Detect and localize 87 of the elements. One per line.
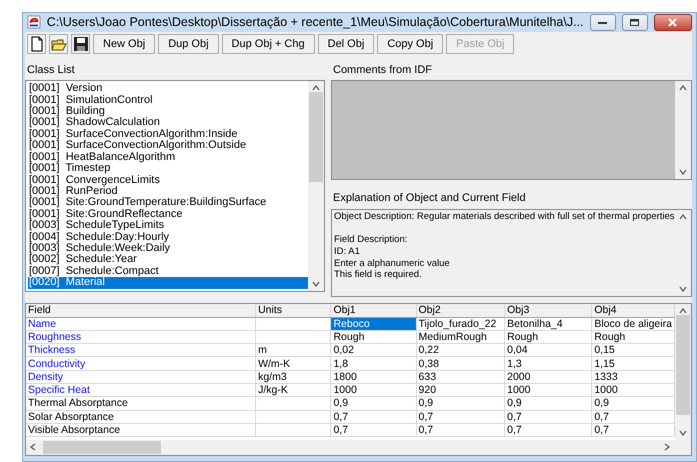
grid-cell[interactable]: 0,15 [592, 344, 674, 357]
grid-cell[interactable]: 0,9 [504, 396, 592, 410]
list-item[interactable]: [0003] Schedule:Week:Daily [28, 242, 308, 254]
grid-cell[interactable]: 0,7 [504, 410, 592, 424]
explanation-text: ID: A1 [334, 246, 361, 258]
grid-cell[interactable]: 0,7 [416, 423, 505, 437]
grid-cell[interactable]: 633 [416, 370, 505, 384]
grid-cell[interactable]: 1000 [592, 384, 674, 397]
list-label: Class List [26, 62, 76, 78]
list-item[interactable]: [0001] Version [28, 83, 308, 95]
field-name: Specific Heat [26, 384, 256, 397]
column-header: Obj1 [330, 304, 416, 318]
grid-cell[interactable]: 1800 [330, 370, 416, 384]
column-header: Field [26, 304, 256, 318]
grid-cell[interactable]: 920 [416, 384, 505, 397]
list-item[interactable]: [0001] Site:GroundReflectance [28, 208, 308, 220]
column-header: Units [256, 304, 331, 318]
units-cell: W/m-K [256, 356, 331, 370]
grid-cell[interactable]: MediumRough [416, 330, 505, 344]
grid-cell[interactable]: 0,9 [416, 396, 505, 410]
field-name: Solar Absorptance [26, 410, 256, 424]
column-header: Obj3 [504, 304, 592, 318]
toolbar-button[interactable]: Dup Obj + Chg [222, 34, 315, 54]
field-name: Visible Absorptance [26, 423, 256, 437]
list-item[interactable]: [0001] Site:GroundTemperature:BuildingSurface [28, 197, 308, 209]
toolbar-button[interactable]: Dup Obj [158, 34, 219, 54]
explanation-text: This field is required. [334, 269, 423, 281]
grid-cell[interactable]: 0,7 [504, 423, 592, 437]
toolbar-button[interactable]: Del Obj [318, 34, 374, 54]
field-name: Conductivity [26, 356, 256, 370]
list-item[interactable]: [0001] RunPeriod [28, 186, 308, 198]
list-item[interactable]: [0004] Schedule:Day:Hourly [28, 232, 308, 243]
window-title: C:\Users\Joao Pontes\Desktop\Dissertação + recente_1\Meu\Simulação\Cobertura\Munitelha\J... [46, 14, 584, 31]
list-item[interactable]: [0007] Schedule:Compact [28, 266, 308, 278]
list-item[interactable]: [0001] HeatBalanceAlgorithm [28, 152, 308, 164]
toolbar-button[interactable]: Copy Obj [377, 34, 444, 54]
grid-cell[interactable]: 0,7 [330, 410, 416, 424]
field-name: Density [26, 370, 256, 384]
comments-label: Comments from IDF [332, 62, 434, 78]
grid-cell[interactable]: Tijolo_furado_22 [416, 317, 505, 330]
grid-cell[interactable]: 2000 [504, 370, 592, 384]
list-item[interactable]: [0001] Building [28, 106, 308, 118]
grid-cell[interactable]: Rough [592, 330, 674, 344]
column-header: Obj4 [592, 304, 674, 318]
explanation-text: Field Description: [334, 234, 408, 246]
explanation-text: Object Description: Regular materials described with full set of thermal properties [334, 210, 673, 222]
list-item[interactable]: [0002] Schedule:Year [28, 254, 308, 266]
field-name: Name [26, 317, 256, 330]
units-cell: kg/m3 [256, 370, 331, 384]
grid-cell[interactable]: 0,9 [592, 396, 674, 410]
grid-cell[interactable]: 0,38 [416, 356, 505, 370]
explanation-text: Enter a alphanumeric value [334, 258, 451, 270]
grid-cell[interactable]: 1,15 [592, 356, 674, 370]
grid-cell[interactable]: 1,3 [504, 356, 592, 370]
grid-cell[interactable]: 0,22 [416, 344, 505, 357]
grid-cell[interactable]: 1,8 [330, 356, 416, 370]
column-header: Obj2 [416, 304, 505, 318]
grid-cell[interactable]: 0,7 [592, 423, 674, 437]
list-item[interactable]: [0020] Material [28, 277, 308, 289]
grid-cell[interactable]: 1000 [504, 384, 592, 397]
units-cell: J/kg-K [256, 384, 331, 397]
list-item[interactable]: [0003] ScheduleTypeLimits [28, 220, 308, 232]
grid-cell[interactable]: 0,02 [330, 344, 416, 357]
grid-cell[interactable]: 1000 [330, 384, 416, 397]
list-item[interactable]: [0001] ConvergenceLimits [28, 174, 308, 186]
grid-cell[interactable]: Rough [330, 330, 416, 344]
grid-cell[interactable]: Reboco [330, 317, 416, 330]
units-cell: m [256, 344, 331, 357]
grid-cell[interactable]: 0,9 [330, 396, 416, 410]
grid-cell[interactable]: 0,04 [504, 344, 592, 357]
grid-cell[interactable]: 0,7 [330, 423, 416, 437]
grid-cell[interactable]: Bloco de aligeira [592, 317, 674, 330]
grid-cell[interactable]: 0,7 [416, 410, 505, 424]
field-name: Thickness [26, 344, 256, 357]
grid-cell[interactable]: 1333 [592, 370, 674, 384]
list-item[interactable]: [0001] SurfaceConvectionAlgorithm:Outside [28, 140, 308, 152]
field-name: Thermal Absorptance [26, 396, 256, 410]
list-item[interactable]: [0001] SurfaceConvectionAlgorithm:Inside [28, 128, 308, 140]
field-name: Roughness [26, 330, 256, 344]
list-item[interactable]: [0001] ShadowCalculation [28, 117, 308, 129]
list-item[interactable]: [0001] Timestep [28, 163, 308, 174]
toolbar-button[interactable]: New Obj [93, 34, 156, 54]
grid-cell[interactable]: 0,7 [592, 410, 674, 424]
grid-cell[interactable]: Rough [504, 330, 592, 344]
grid-cell[interactable]: Betonilha_4 [504, 317, 592, 330]
list-item[interactable]: [0001] SimulationControl [28, 94, 308, 106]
explanation-label: Explanation of Object and Current Field [332, 191, 527, 206]
